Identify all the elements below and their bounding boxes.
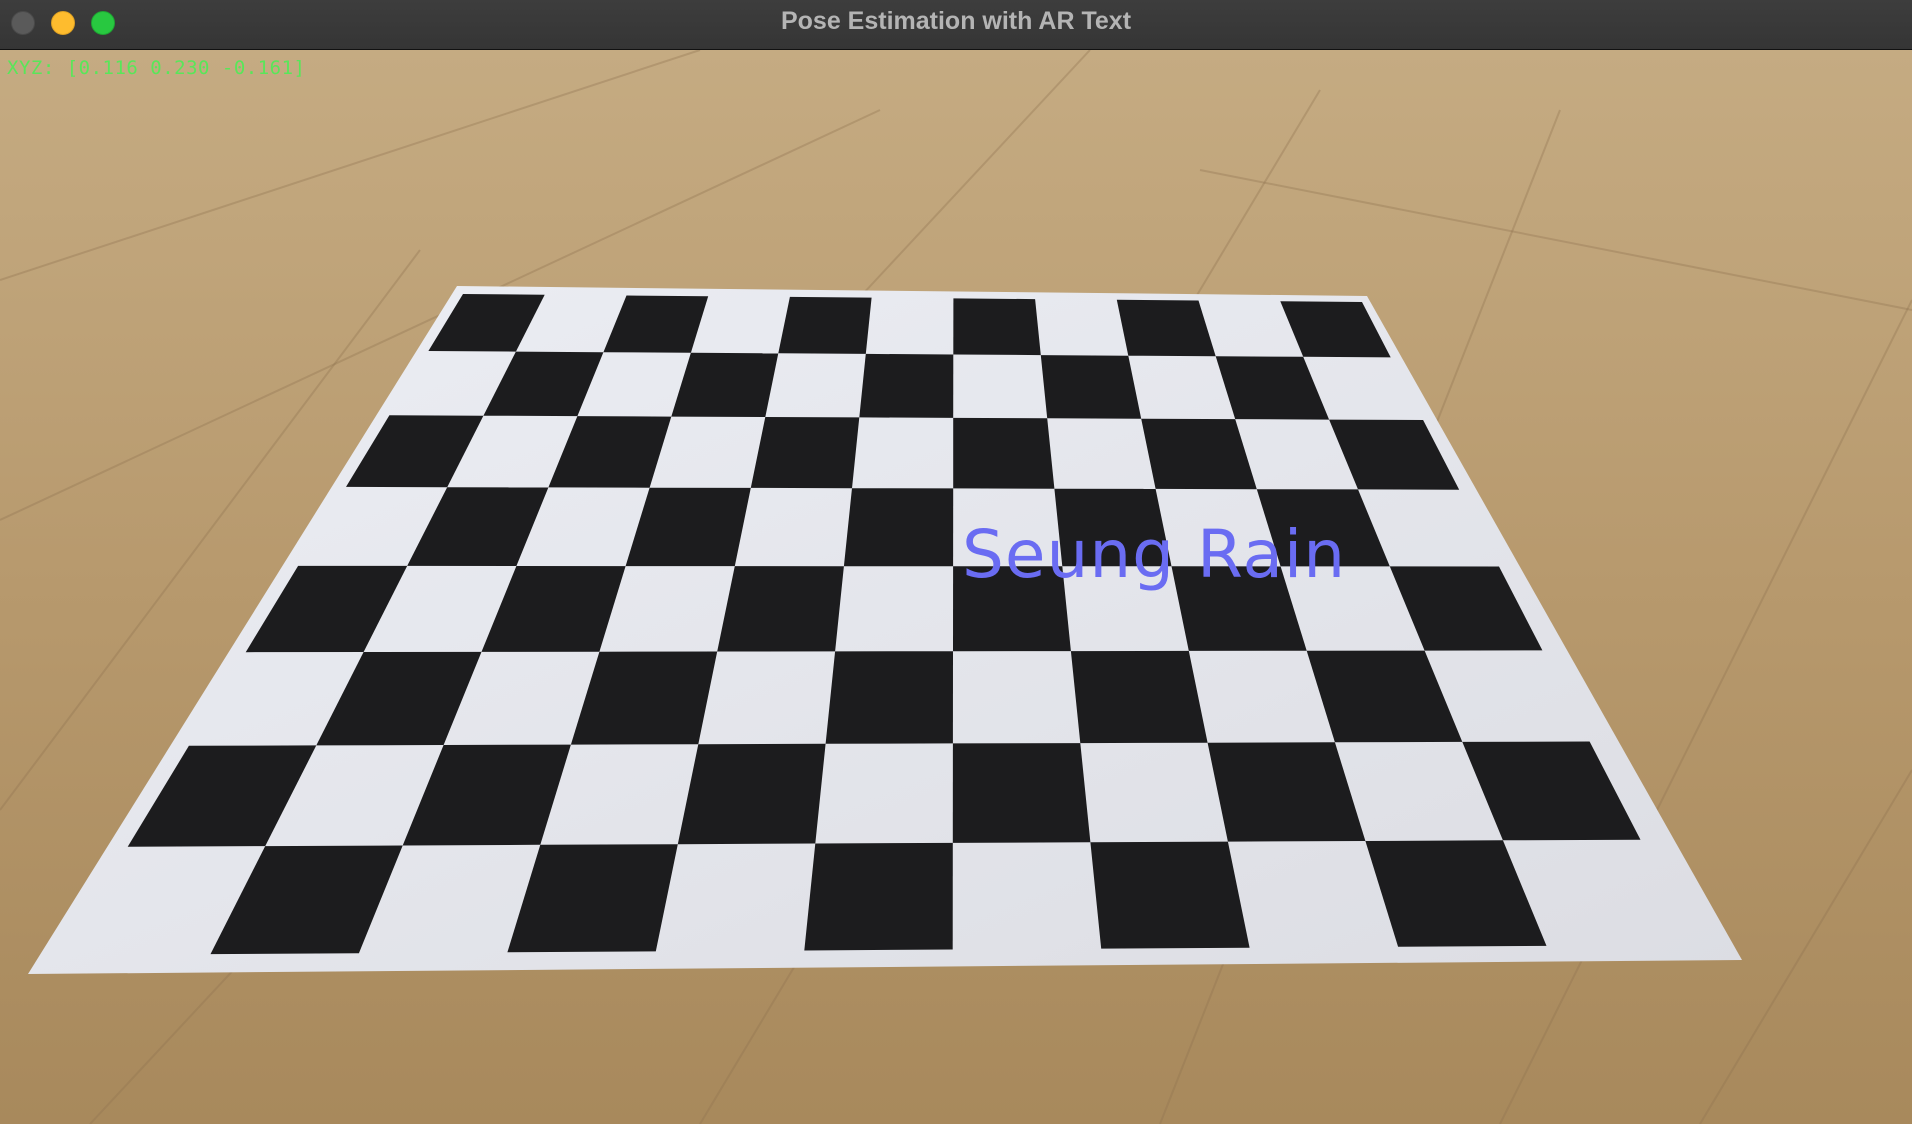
checker-square [859,353,954,418]
checker-square [953,417,1055,489]
checker-square [1116,299,1216,357]
app-window: Pose Estimation with AR Text XYZ: [0.116… [0,0,1912,1124]
checker-square [953,298,1041,356]
checker-square [843,488,954,567]
window-title: Pose Estimation with AR Text [780,7,1132,35]
checker-square [717,566,844,652]
checker-square [1040,355,1142,419]
camera-frame [0,50,1912,1124]
checker-square [825,651,953,744]
checker-square [804,842,953,951]
checker-square [952,743,1091,843]
camera-view: XYZ: [0.116 0.230 -0.161] Seung Rain [0,50,1912,1124]
pose-coordinates-readout: XYZ: [0.116 0.230 -0.161] [7,57,306,79]
checker-square [750,417,860,489]
checker-square [1090,841,1250,949]
checker-square [677,743,826,845]
title-bar[interactable]: Pose Estimation with AR Text [0,0,1912,50]
checker-square [1070,650,1208,744]
checker-square [778,296,872,354]
ar-text-overlay: Seung Rain [962,516,1347,593]
